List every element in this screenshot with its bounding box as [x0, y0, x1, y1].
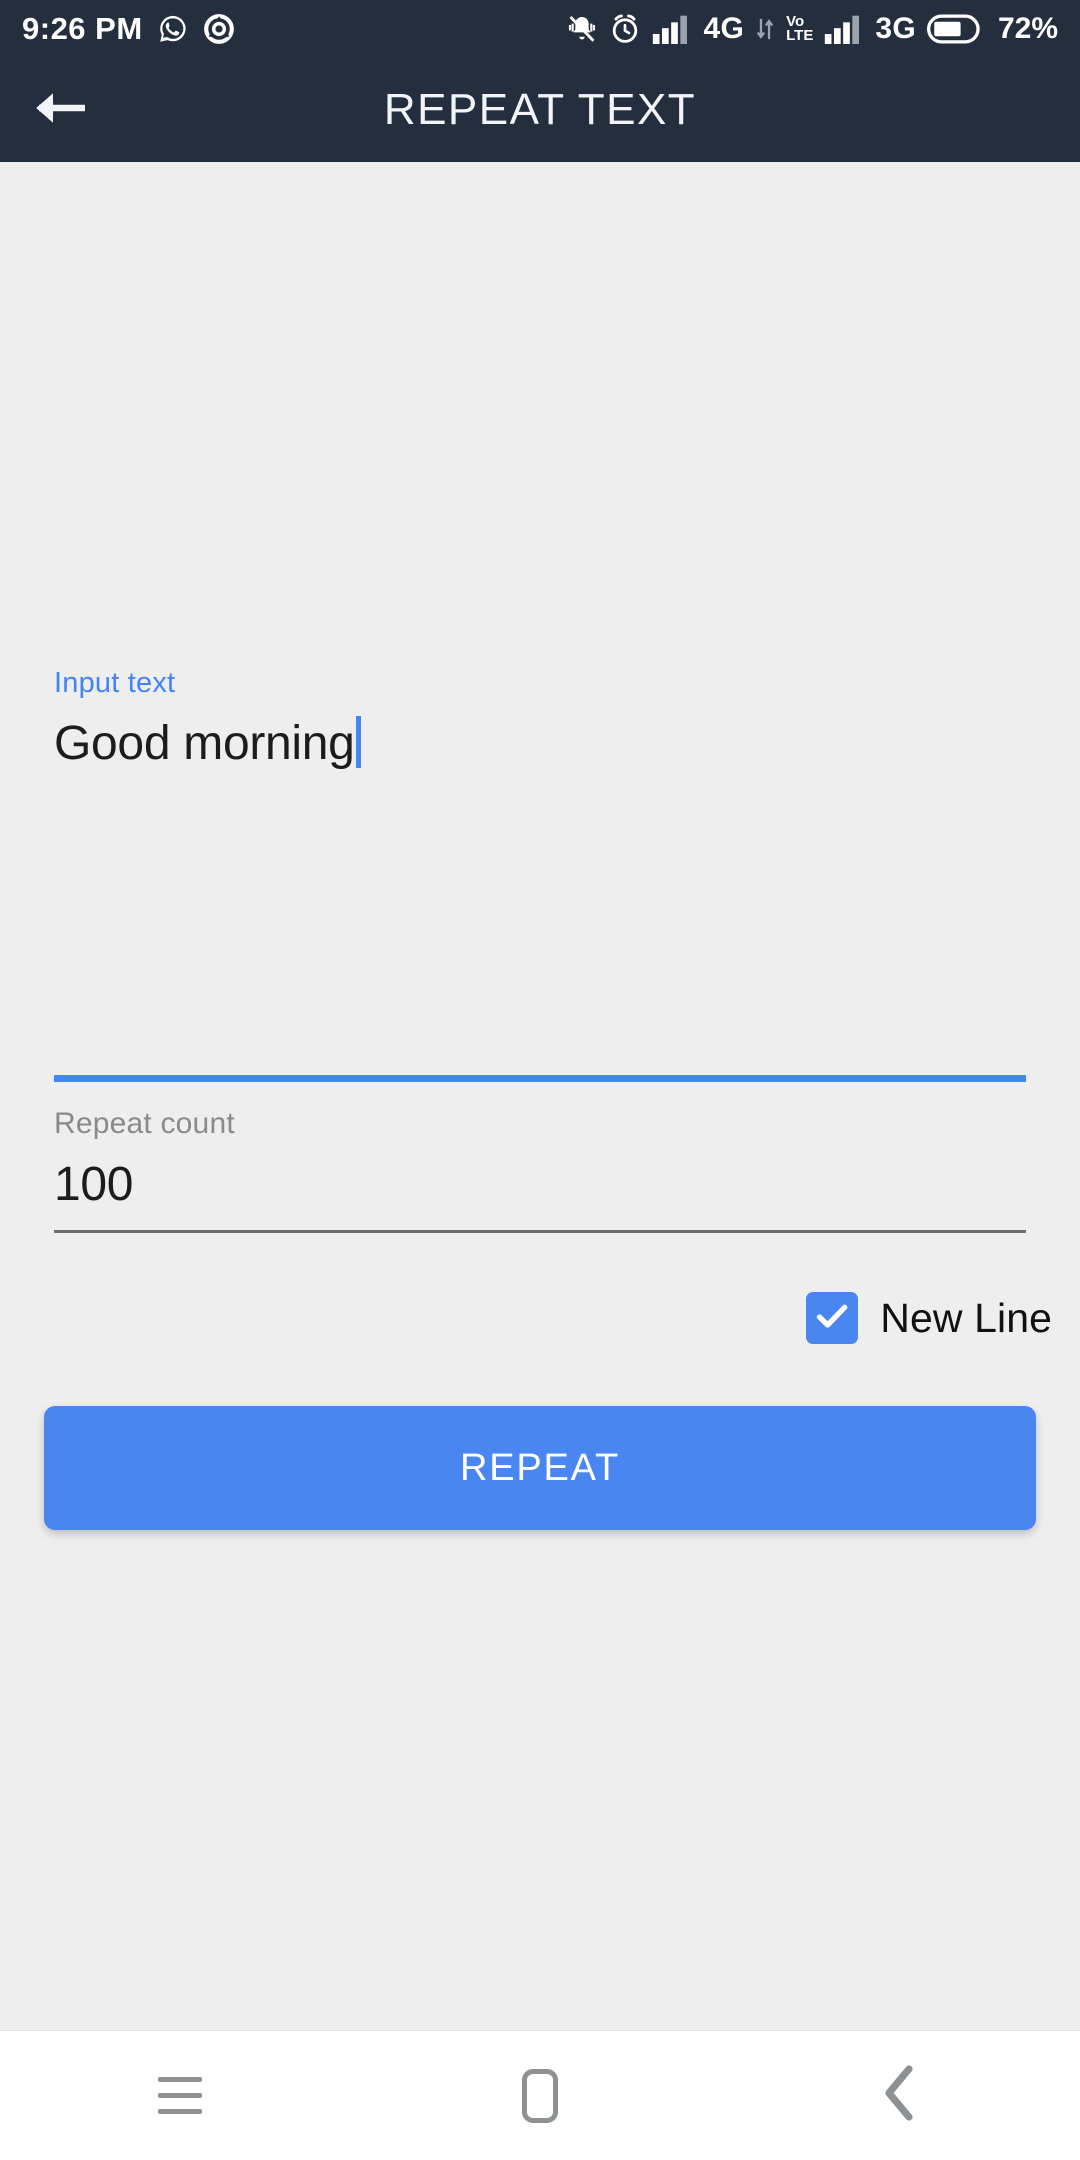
nav-recents-button[interactable]	[80, 2031, 280, 2160]
network-type-2: 3G	[875, 12, 916, 45]
input-text-label: Input text	[54, 667, 176, 699]
hamburger-icon	[158, 2077, 202, 2114]
bell-off-icon	[566, 13, 598, 45]
app-bar: REPEAT TEXT	[0, 58, 1080, 162]
battery-icon	[926, 14, 983, 44]
arrow-left-icon	[31, 88, 89, 133]
nav-home-button[interactable]	[440, 2031, 640, 2160]
network-type-1: 4G	[703, 12, 745, 45]
repeat-count-field-group: Repeat count 100	[54, 1107, 1026, 1212]
signal-bars-icon	[652, 14, 692, 44]
status-bar-right: 4G Vo LTE 3G 72%	[566, 12, 1058, 46]
new-line-label: New Line	[880, 1294, 1052, 1341]
new-line-checkbox-row[interactable]: New Line	[806, 1292, 1052, 1344]
input-text-value-row[interactable]: Good morning	[54, 700, 1026, 771]
input-text-underline	[54, 1075, 1026, 1082]
input-text-field-group: Input text Good morning	[54, 667, 1026, 771]
status-bar-left: 9:26 PM	[22, 11, 235, 47]
volte-bottom-label: LTE	[786, 27, 814, 44]
chevron-left-icon	[877, 2063, 923, 2128]
rounded-square-icon	[522, 2068, 558, 2123]
input-text-value[interactable]: Good morning	[54, 716, 355, 771]
nav-back-button[interactable]	[800, 2031, 1000, 2160]
main-content: Input text Good morning Repeat count 100…	[0, 162, 1080, 2030]
app-circle-icon	[203, 13, 235, 45]
status-clock: 9:26 PM	[22, 11, 143, 46]
system-navigation-bar	[0, 2030, 1080, 2160]
volte-icon: Vo LTE	[786, 14, 814, 44]
repeat-count-underline	[54, 1230, 1026, 1233]
repeat-count-value[interactable]: 100	[54, 1157, 133, 1212]
repeat-button[interactable]: REPEAT	[44, 1406, 1036, 1530]
status-bar: 9:26 PM 4G Vo LTE 3G 72%	[0, 0, 1080, 58]
back-navigation-button[interactable]	[0, 58, 120, 162]
checkmark-icon	[812, 1296, 852, 1341]
phone-screen: 9:26 PM 4G Vo LTE 3G 72% REPEAT TEXT Inp…	[0, 0, 1080, 2160]
data-arrows-icon	[755, 16, 775, 42]
new-line-checkbox[interactable]	[806, 1292, 859, 1344]
signal-bars-icon	[824, 14, 864, 44]
battery-percent: 72%	[997, 12, 1058, 45]
page-title: REPEAT TEXT	[383, 85, 697, 134]
alarm-icon	[609, 13, 641, 45]
repeat-count-label: Repeat count	[54, 1107, 235, 1140]
text-cursor	[355, 716, 361, 768]
whatsapp-icon	[157, 13, 189, 45]
